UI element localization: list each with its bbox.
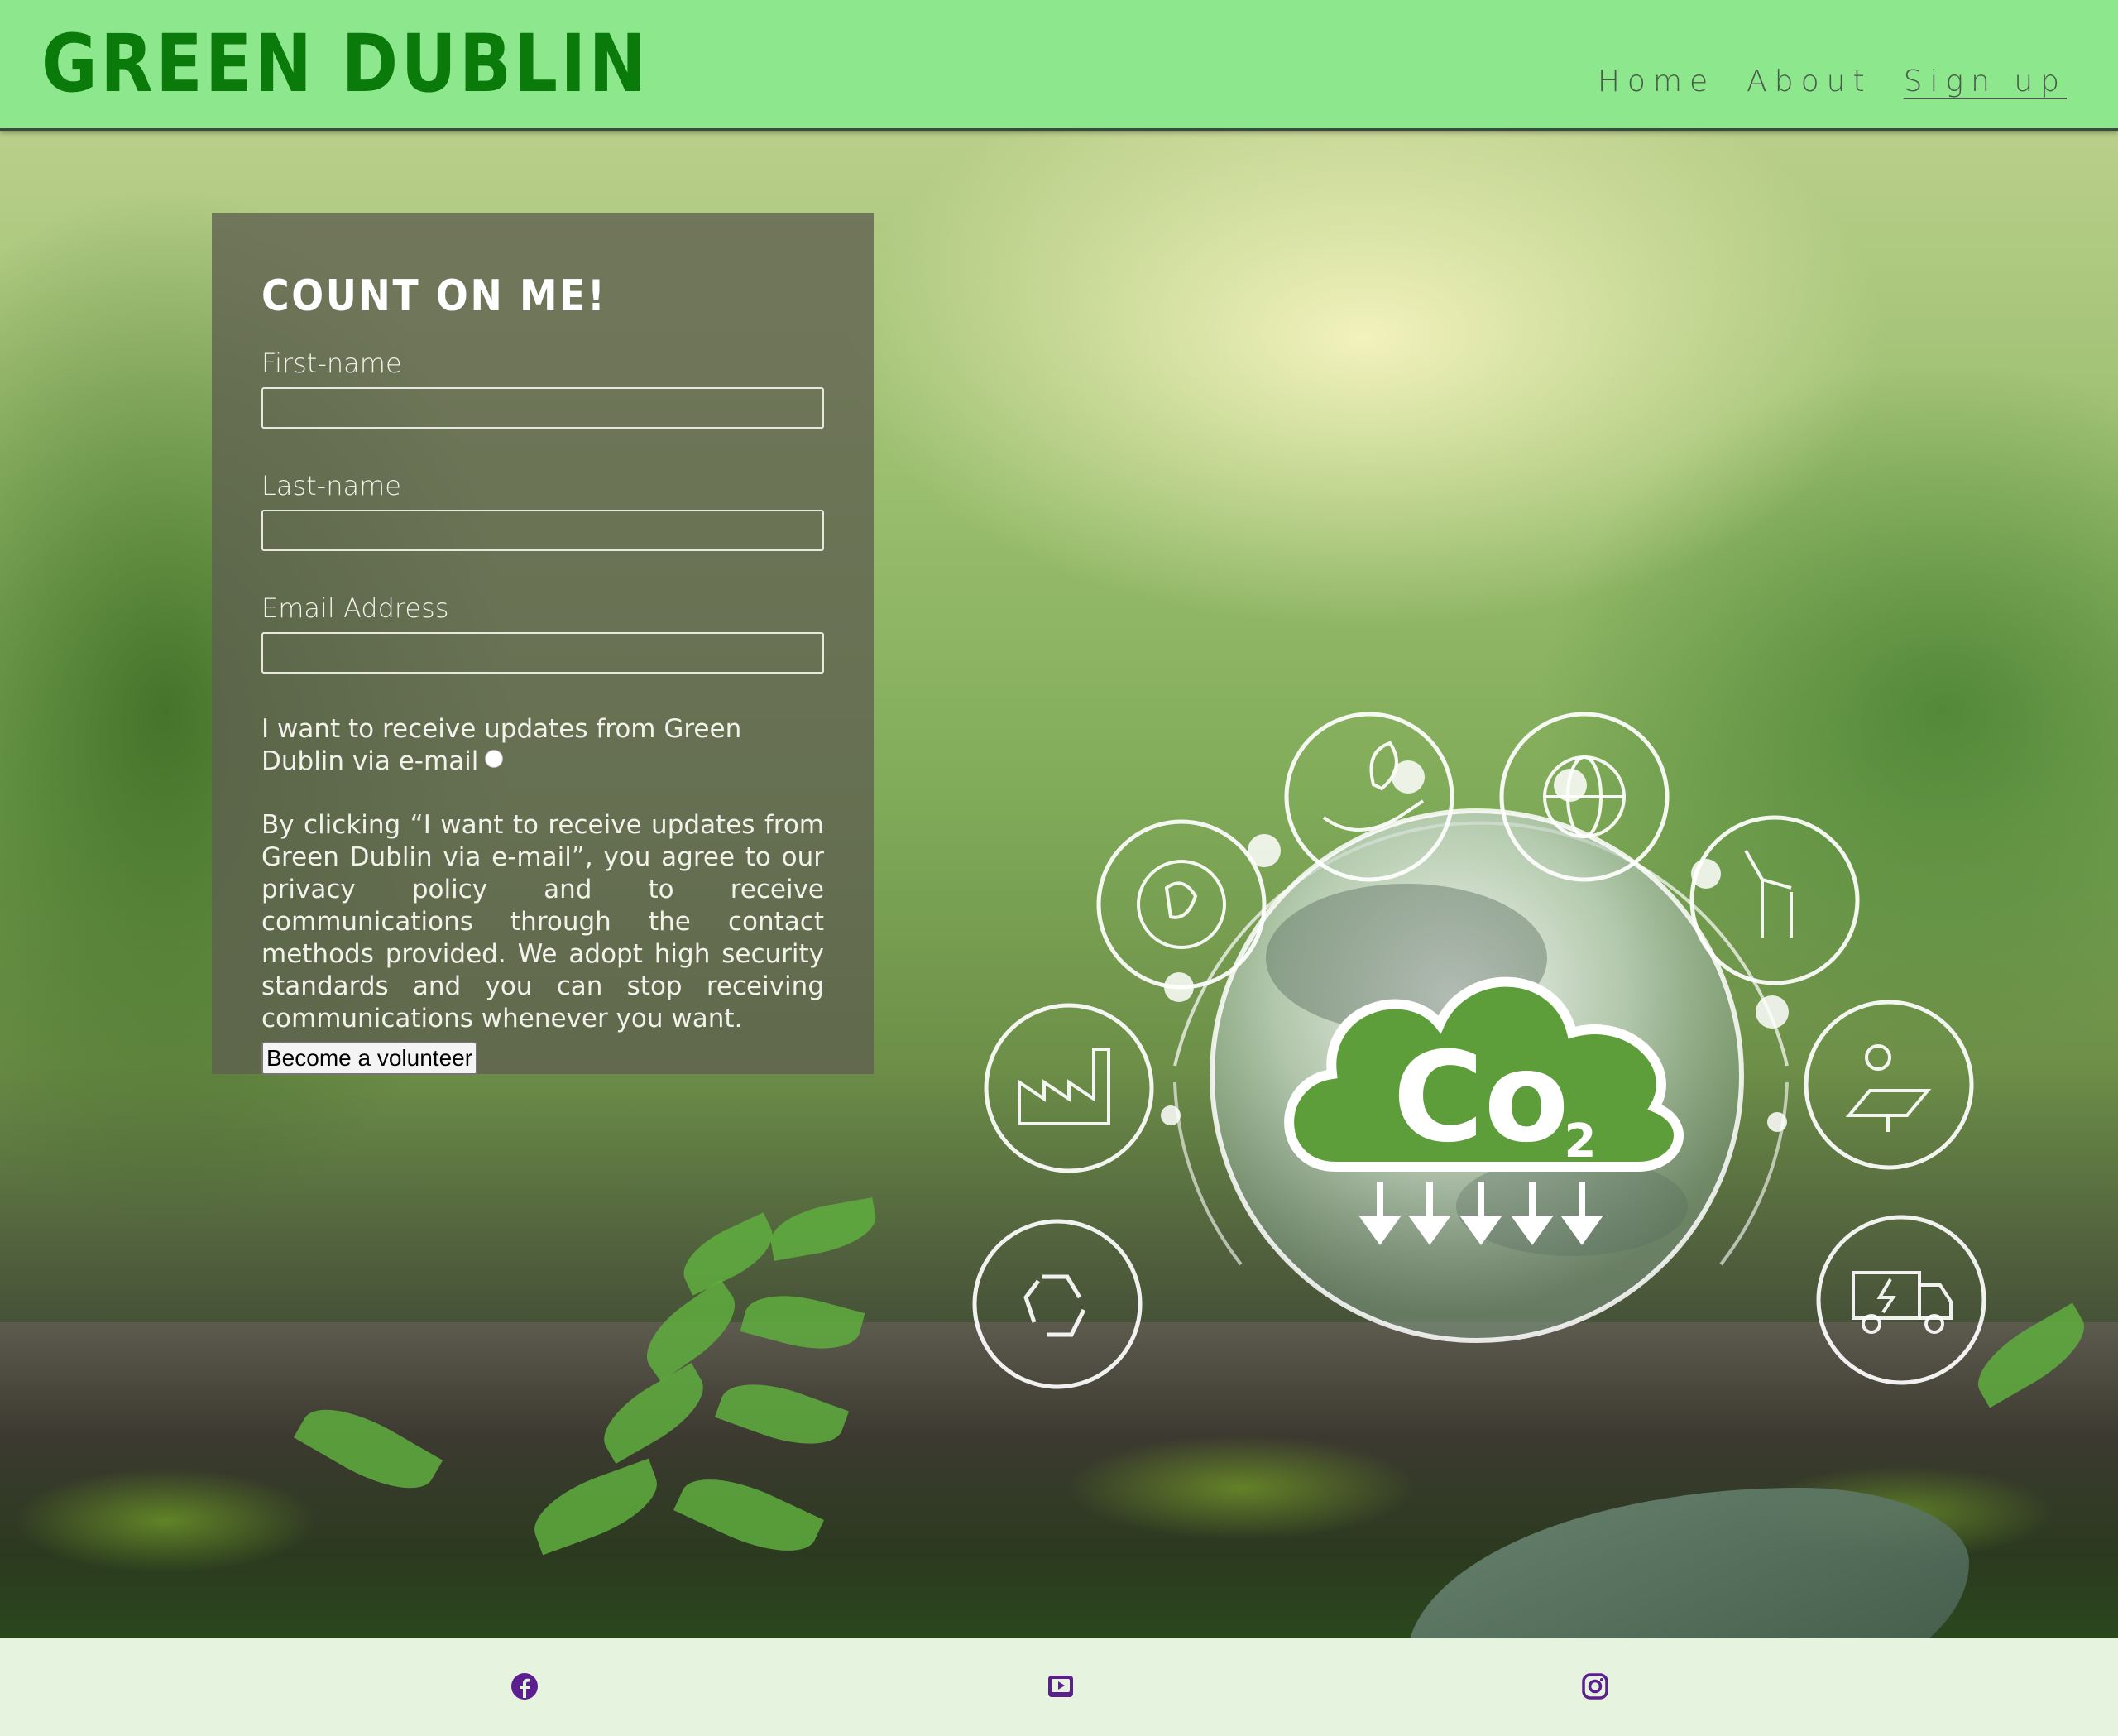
facebook-icon[interactable] — [510, 1671, 539, 1701]
site-title[interactable]: GREEN DUBLIN — [41, 18, 649, 109]
email-label: Email Address — [261, 592, 449, 624]
privacy-policy-text: By clicking “I want to receive updates f… — [261, 810, 824, 1033]
main-nav: Home About Sign up — [1598, 65, 2067, 98]
last-name-label: Last-name — [261, 470, 401, 501]
form-heading: COUNT ON ME! — [261, 271, 607, 321]
updates-radio[interactable] — [485, 750, 504, 768]
co2-text: Co — [1392, 1026, 1569, 1170]
recycle-icon — [972, 1219, 1143, 1389]
last-name-input[interactable] — [261, 510, 824, 551]
nav-home-link[interactable]: Home — [1598, 65, 1715, 98]
updates-label: I want to receive updates from Green Dub… — [261, 714, 742, 776]
factory-icon — [984, 1003, 1154, 1173]
eco-globe-icon — [1096, 819, 1267, 990]
site-header: GREEN DUBLIN Home About Sign up — [0, 0, 2118, 131]
solar-panel-icon — [1804, 1000, 1974, 1170]
youtube-icon[interactable] — [1046, 1671, 1076, 1701]
email-input[interactable] — [261, 632, 824, 674]
site-footer — [0, 1638, 2118, 1736]
electric-truck-icon — [1816, 1215, 1986, 1385]
first-name-label: First-name — [261, 348, 402, 379]
nav-about-link[interactable]: About — [1747, 65, 1871, 98]
instagram-icon[interactable] — [1580, 1671, 1610, 1701]
first-name-input[interactable] — [261, 387, 824, 429]
become-volunteer-button[interactable]: Become a volunteer — [261, 1042, 478, 1075]
nav-signup-link[interactable]: Sign up — [1904, 65, 2067, 98]
co2-subscript: 2 — [1565, 1115, 1597, 1168]
wind-turbine-icon — [1689, 815, 1860, 985]
updates-option: I want to receive updates from Green Dub… — [261, 713, 824, 778]
volunteer-form: COUNT ON ME! First-name Last-name Email … — [212, 213, 874, 1075]
